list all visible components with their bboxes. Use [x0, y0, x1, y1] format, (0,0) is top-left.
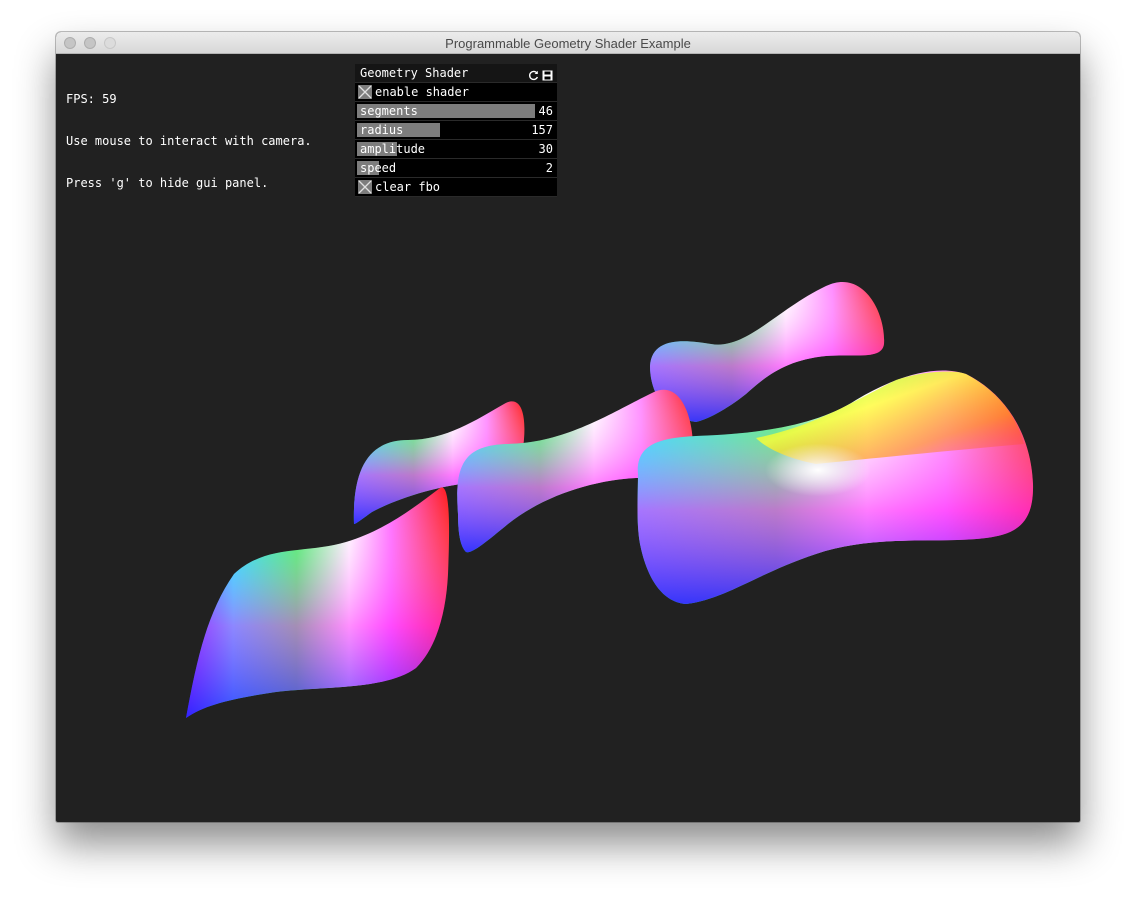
- gui-panel-title: Geometry Shader: [360, 66, 469, 80]
- gui-panel: Geometry Shader enable shader segments 4…: [355, 64, 557, 197]
- hud-overlay: FPS: 59 Use mouse to interact with camer…: [66, 64, 312, 218]
- surface-front-left: [186, 487, 450, 718]
- enable-shader-checkbox[interactable]: [358, 85, 372, 99]
- enable-shader-label: enable shader: [375, 85, 469, 99]
- segments-slider[interactable]: segments 46: [355, 102, 557, 121]
- camera-hint: Use mouse to interact with camera.: [66, 134, 312, 148]
- render-viewport[interactable]: FPS: 59 Use mouse to interact with camer…: [56, 54, 1080, 822]
- speed-slider-value: 2: [545, 161, 553, 175]
- radius-slider[interactable]: radius 157: [355, 121, 557, 140]
- clear-fbo-label: clear fbo: [375, 180, 441, 194]
- clear-fbo-checkbox[interactable]: [358, 180, 372, 194]
- surface-back-right: [650, 281, 885, 422]
- radius-slider-value: 157: [531, 123, 553, 137]
- enable-shader-toggle[interactable]: enable shader: [355, 83, 557, 102]
- app-window: Programmable Geometry Shader Example FPS…: [56, 32, 1080, 822]
- radius-slider-label: radius: [360, 123, 404, 137]
- segments-slider-value: 46: [538, 104, 553, 118]
- amplitude-slider-value: 30: [538, 142, 553, 156]
- amplitude-slider-label: amplitude: [360, 142, 426, 156]
- window-title: Programmable Geometry Shader Example: [445, 36, 691, 51]
- gui-panel-header[interactable]: Geometry Shader: [355, 64, 557, 83]
- segments-slider-label: segments: [360, 104, 418, 118]
- save-icon[interactable]: [542, 68, 553, 80]
- title-bar[interactable]: Programmable Geometry Shader Example: [56, 32, 1080, 54]
- fps-readout: FPS: 59: [66, 92, 117, 106]
- speed-slider[interactable]: speed 2: [355, 159, 557, 178]
- speed-slider-label: speed: [360, 161, 397, 175]
- refresh-icon[interactable]: [528, 68, 539, 80]
- clear-fbo-toggle[interactable]: clear fbo: [355, 178, 557, 197]
- amplitude-slider[interactable]: amplitude 30: [355, 140, 557, 159]
- gui-hint: Press 'g' to hide gui panel.: [66, 176, 269, 190]
